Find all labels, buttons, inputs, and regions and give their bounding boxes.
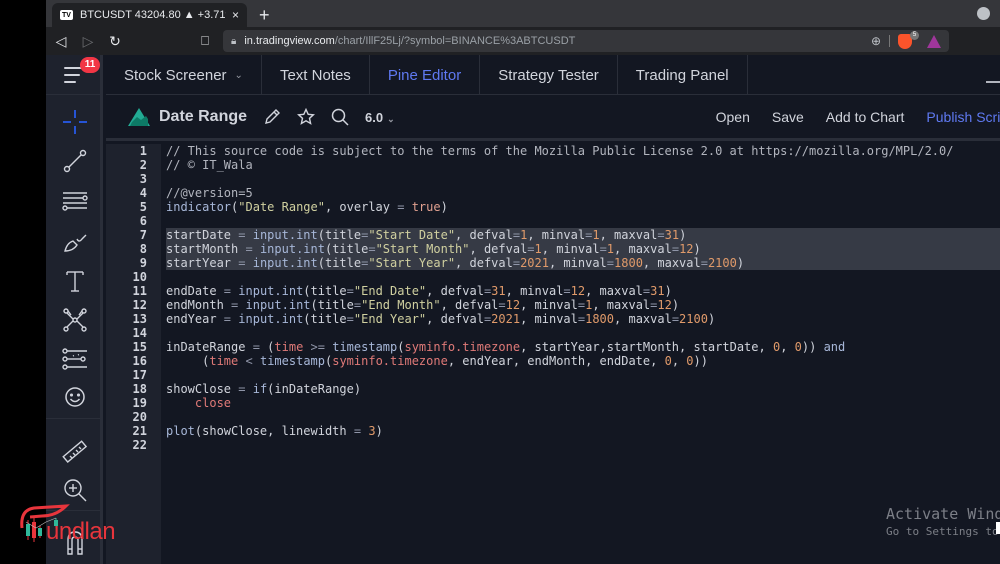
pattern-tool-icon[interactable] [60, 305, 90, 335]
bottom-panel-tabs: Stock Screener ⌄ Text Notes Pine Editor … [106, 55, 1000, 95]
drawing-toolbar: 11 [46, 55, 103, 564]
tab-label: Trading Panel [635, 66, 729, 84]
tab-label: Stock Screener [124, 66, 227, 84]
toolbar-divider [46, 418, 103, 419]
main-menu-button[interactable]: 11 [46, 55, 103, 95]
emoji-icon[interactable] [60, 382, 90, 412]
prediction-tool-icon[interactable] [60, 344, 90, 374]
bookmark-icon[interactable]: ⎕ [197, 33, 213, 49]
browser-tab[interactable]: TV BTCUSDT 43204.80 ▲ +3.71% Un × [52, 3, 247, 27]
search-icon[interactable] [331, 108, 349, 126]
crosshair-icon[interactable] [60, 107, 90, 137]
tab-trading-panel[interactable]: Trading Panel [618, 55, 748, 95]
url-path: /chart/IllF25Lj/?symbol=BINANCE%3ABTCUSD… [334, 35, 576, 47]
zoom-icon[interactable]: ⊕ [871, 34, 881, 48]
brave-rewards-icon[interactable] [927, 34, 941, 48]
new-tab-button[interactable]: + [259, 6, 270, 24]
tab-title: BTCUSDT 43204.80 ▲ +3.71% Un [80, 9, 226, 21]
tradingview-app: 11 Stock Screener ⌄ Text Notes Pine Edit… [46, 55, 1000, 564]
text-tool-icon[interactable] [60, 266, 90, 296]
fib-retracement-icon[interactable] [60, 186, 90, 216]
star-icon[interactable] [297, 108, 316, 126]
version-dropdown[interactable]: 6.0 ⌄ [365, 110, 395, 125]
browser-toolbar: ◁ ▷ ↻ ⎕ 🔒︎ in.tradingview.com /chart/Ill… [46, 27, 1000, 55]
tab-stock-screener[interactable]: Stock Screener ⌄ [106, 55, 262, 95]
tradingview-favicon-icon: TV [60, 10, 73, 20]
close-tab-icon[interactable]: × [232, 8, 239, 22]
trend-line-icon[interactable] [60, 146, 90, 176]
pine-editor-toolbar: Date Range 6.0 ⌄ Open Save Add to Chart P… [106, 96, 1000, 141]
brave-shield-icon[interactable]: 5 [898, 30, 919, 49]
tab-label: Text Notes [279, 66, 351, 84]
publish-script-button[interactable]: Publish Script [926, 109, 1000, 125]
forward-icon[interactable]: ▷ [76, 33, 100, 50]
save-button[interactable]: Save [772, 109, 804, 125]
tab-label: Strategy Tester [498, 66, 599, 84]
mouse-cursor [996, 522, 1000, 534]
profile-icon[interactable] [977, 7, 990, 20]
back-icon[interactable]: ◁ [49, 33, 73, 50]
url-host: in.tradingview.com [244, 35, 335, 47]
tab-text-notes[interactable]: Text Notes [262, 55, 370, 95]
watermark-subtitle: Go to Settings to activate Windows. [886, 525, 1000, 538]
notification-badge: 11 [80, 57, 100, 73]
open-button[interactable]: Open [716, 109, 750, 125]
reload-icon[interactable]: ↻ [103, 33, 127, 50]
shield-count-badge: 5 [910, 30, 919, 40]
tab-label: Pine Editor [387, 66, 462, 84]
tab-strategy-tester[interactable]: Strategy Tester [480, 55, 618, 95]
overlay-logo: undlan [16, 498, 116, 558]
ruler-icon[interactable] [60, 437, 90, 467]
version-label: 6.0 [365, 109, 384, 125]
browser-chrome: TV BTCUSDT 43204.80 ▲ +3.71% Un × + ◁ ▷ … [46, 0, 1000, 55]
activate-windows-watermark: Activate Windows Go to Settings to activ… [886, 505, 1000, 538]
divider [889, 35, 890, 47]
lock-icon: 🔒︎ [231, 35, 237, 47]
pencil-icon[interactable] [263, 108, 281, 126]
watermark-title: Activate Windows [886, 505, 1000, 523]
chevron-down-icon: ⌄ [234, 69, 243, 81]
minimize-panel-icon[interactable] [986, 81, 1000, 83]
tab-pine-editor[interactable]: Pine Editor [370, 55, 481, 95]
brush-icon[interactable] [60, 226, 90, 256]
chevron-down-icon: ⌄ [387, 113, 395, 124]
add-to-chart-button[interactable]: Add to Chart [826, 109, 905, 125]
browser-tab-bar: TV BTCUSDT 43204.80 ▲ +3.71% Un × + [46, 0, 1000, 27]
address-bar[interactable]: 🔒︎ in.tradingview.com /chart/IllF25Lj/?s… [223, 30, 949, 52]
code-editor[interactable]: 1// This source code is subject to the t… [106, 144, 1000, 564]
logo-text: undlan [46, 518, 116, 545]
indicator-script-icon [128, 108, 150, 126]
script-name[interactable]: Date Range [159, 108, 247, 126]
